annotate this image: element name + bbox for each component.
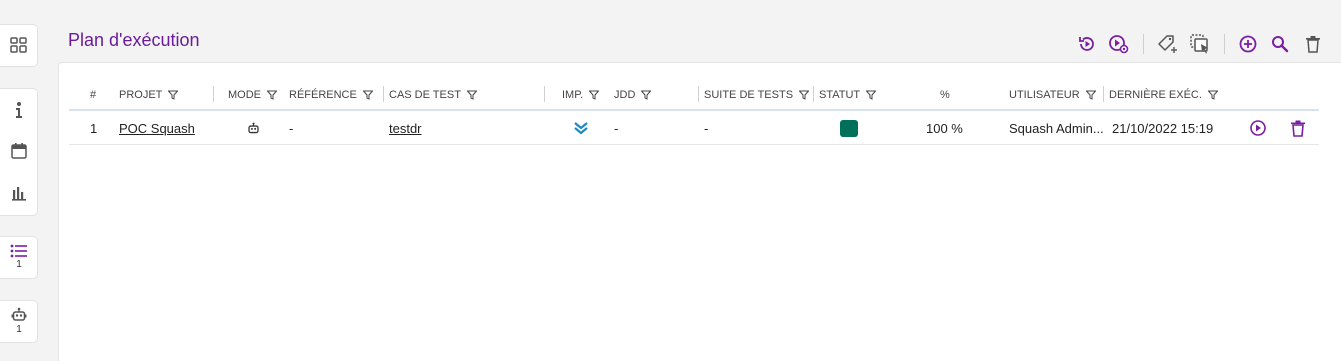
filter-icon[interactable] (362, 90, 373, 100)
header-separator (813, 86, 814, 102)
cell-importance (574, 111, 588, 145)
filter-icon[interactable] (168, 90, 179, 100)
cell-percent: 100 % (926, 120, 963, 136)
execution-plan-panel: # PROJET MODE RÉFÉRENCE CAS DE TEST IMP.… (58, 62, 1341, 361)
header-projet[interactable]: PROJET (119, 81, 179, 108)
header-cas-de-test[interactable]: CAS DE TEST (389, 81, 477, 108)
header-suite-de-tests[interactable]: SUITE DE TESTS (704, 81, 810, 108)
rail-button-statistics[interactable] (0, 181, 38, 205)
header-mode[interactable]: MODE (228, 81, 277, 108)
double-chevron-down-icon (574, 122, 588, 135)
robot-icon (248, 122, 259, 133)
header-label: PROJET (119, 88, 163, 101)
add-button[interactable] (1236, 32, 1260, 56)
header-percent: % (940, 81, 950, 108)
play-circle-icon (1250, 120, 1266, 136)
header-label: IMP. (562, 88, 584, 101)
search-button[interactable] (1268, 32, 1292, 56)
info-icon (16, 102, 22, 118)
run-settings-button[interactable] (1107, 32, 1131, 56)
filter-icon[interactable] (589, 90, 600, 100)
rail-button-calendar[interactable] (0, 139, 38, 163)
cell-statut[interactable] (840, 111, 858, 145)
restore-icon (1079, 37, 1094, 51)
dashboard-icon (10, 37, 27, 53)
header-label: MODE (228, 88, 261, 101)
cell-projet-link[interactable]: POC Squash (119, 111, 195, 145)
filter-icon[interactable] (641, 90, 652, 100)
rail-button-dashboard[interactable] (0, 32, 38, 58)
cell-mode (247, 111, 260, 145)
add-circle-icon (1239, 35, 1257, 53)
page-title: Plan d'exécution (68, 30, 200, 50)
search-icon (1272, 36, 1289, 53)
header-separator (383, 86, 384, 102)
header-statut[interactable]: STATUT (819, 81, 877, 108)
list-icon (10, 244, 27, 258)
rail-button-automation[interactable]: 1 (0, 304, 38, 338)
header-derniere-exec[interactable]: DERNIÈRE EXÉC. (1109, 81, 1218, 108)
filter-icon[interactable] (466, 90, 477, 100)
header-label: % (940, 88, 950, 101)
header-separator (544, 86, 545, 102)
header-num: # (90, 81, 96, 108)
bar-chart-icon (12, 187, 26, 201)
filter-icon[interactable] (267, 90, 277, 100)
header-separator (213, 86, 214, 102)
filter-icon[interactable] (866, 90, 877, 100)
play-settings-icon (1109, 35, 1129, 54)
filter-icon[interactable] (1207, 90, 1218, 100)
header-label: RÉFÉRENCE (289, 88, 357, 101)
header-importance[interactable]: IMP. (562, 81, 600, 108)
add-tag-icon (1158, 35, 1177, 53)
cell-reference: - (289, 120, 294, 136)
cell-suite: - (704, 120, 709, 136)
rail-button-execution-plan[interactable]: 1 (0, 240, 38, 274)
execution-plan-count: 1 (16, 259, 22, 270)
header-reference[interactable]: RÉFÉRENCE (289, 81, 373, 108)
header-label: SUITE DE TESTS (704, 88, 794, 101)
robot-icon (11, 307, 27, 321)
cell-derniere-exec: 21/10/2022 15:19 (1112, 120, 1214, 136)
cell-cas-de-test-link[interactable]: testdr (389, 111, 422, 145)
calendar-icon (11, 143, 27, 159)
status-badge[interactable] (840, 119, 858, 137)
header-label: DERNIÈRE EXÉC. (1109, 88, 1202, 101)
delete-icon (1291, 120, 1305, 137)
run-row-button[interactable] (1249, 111, 1267, 145)
automation-count: 1 (16, 324, 22, 335)
cell-utilisateur: Squash Admin... (1009, 120, 1104, 136)
header-jdd[interactable]: JDD (614, 81, 652, 108)
copy-select-button[interactable] (1188, 32, 1212, 56)
filter-icon[interactable] (1085, 90, 1096, 100)
delete-row-button[interactable] (1290, 111, 1306, 145)
header-label: CAS DE TEST (389, 88, 461, 101)
filter-icon[interactable] (799, 90, 810, 100)
header-label: STATUT (819, 88, 861, 101)
table-header: # PROJET MODE RÉFÉRENCE CAS DE TEST IMP.… (69, 81, 1319, 111)
table-row[interactable]: 1 POC Squash - testdr - - 100 % Squash A… (69, 111, 1319, 145)
header-label: JDD (614, 88, 636, 101)
cell-num: 1 (90, 120, 98, 136)
header-separator (698, 86, 699, 102)
add-tag-button[interactable] (1155, 32, 1179, 56)
toolbar-separator (1143, 34, 1144, 54)
header-separator (1103, 86, 1104, 102)
restore-button[interactable] (1075, 32, 1099, 56)
rail-button-info[interactable] (0, 98, 38, 122)
cell-jdd: - (614, 120, 619, 136)
delete-button[interactable] (1301, 32, 1325, 56)
header-label: # (90, 88, 97, 101)
toolbar-separator (1224, 34, 1225, 54)
header-label: UTILISATEUR (1009, 88, 1080, 101)
copy-select-icon (1190, 34, 1208, 54)
header-utilisateur[interactable]: UTILISATEUR (1009, 81, 1096, 108)
delete-icon (1306, 36, 1320, 53)
